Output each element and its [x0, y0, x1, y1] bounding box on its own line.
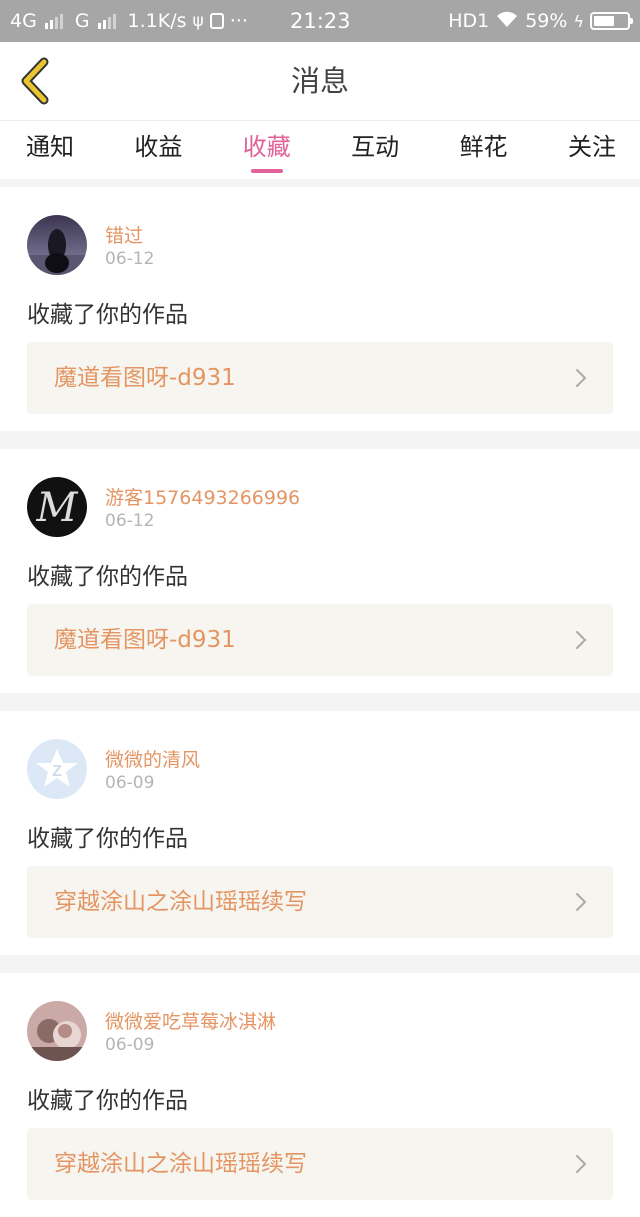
- username[interactable]: 微微的清风: [105, 745, 200, 772]
- tab-label: 收益: [134, 133, 183, 161]
- wifi-icon: [495, 10, 519, 33]
- username[interactable]: 微微爱吃草莓冰淇淋: [105, 1007, 276, 1034]
- net-speed: 1.1K/s: [127, 10, 187, 32]
- tab-notice[interactable]: 通知: [26, 121, 74, 179]
- work-title: 魔道看图呀-d931: [54, 627, 236, 653]
- signal-icon: [44, 13, 63, 29]
- tab-label: 通知: [26, 133, 74, 161]
- chevron-right-icon: [576, 631, 587, 649]
- message-date: 06-09: [105, 1035, 155, 1055]
- tab-flowers[interactable]: 鲜花: [460, 121, 508, 179]
- username[interactable]: 游客1576493266996: [105, 483, 300, 510]
- chevron-right-icon: [576, 1155, 587, 1173]
- message-card: 微微爱吃草莓冰淇淋 06-09 收藏了你的作品 穿越涂山之涂山瑶瑶续写: [0, 973, 640, 1217]
- avatar[interactable]: Z: [27, 739, 87, 799]
- tab-favorites[interactable]: 收藏: [243, 121, 291, 179]
- work-title: 穿越涂山之涂山瑶瑶续写: [54, 889, 307, 915]
- tab-label: 收藏: [242, 133, 291, 161]
- work-link[interactable]: 穿越涂山之涂山瑶瑶续写: [27, 866, 613, 938]
- work-title: 穿越涂山之涂山瑶瑶续写: [54, 1151, 307, 1177]
- status-bar: 4G G 1.1K/s ψ ··· 21:23 HD1 59% ϟ: [0, 0, 640, 42]
- tab-bar: 通知 收益 收藏 互动 鲜花 关注: [0, 121, 640, 179]
- charging-icon: ϟ: [573, 11, 584, 31]
- usb-icon: ψ: [192, 11, 204, 31]
- tab-follow[interactable]: 关注: [568, 121, 616, 179]
- battery-percent: 59%: [525, 10, 568, 32]
- work-link[interactable]: 魔道看图呀-d931: [27, 342, 613, 414]
- network-type-2: G: [74, 10, 90, 32]
- username[interactable]: 错过: [105, 221, 143, 248]
- action-text: 收藏了你的作品: [27, 826, 188, 852]
- work-link[interactable]: 魔道看图呀-d931: [27, 604, 613, 676]
- message-card: Z 微微的清风 06-09 收藏了你的作品 穿越涂山之涂山瑶瑶续写: [0, 711, 640, 955]
- svg-text:M: M: [36, 485, 79, 531]
- work-link[interactable]: 穿越涂山之涂山瑶瑶续写: [27, 1128, 613, 1200]
- signal-icon: [97, 13, 116, 29]
- message-card: 错过 06-12 收藏了你的作品 魔道看图呀-d931: [0, 187, 640, 431]
- hd-label: HD1: [448, 10, 490, 32]
- tab-label: 鲜花: [459, 133, 508, 161]
- tab-label: 互动: [351, 133, 400, 161]
- nav-header: 消息: [0, 42, 640, 121]
- status-time: 21:23: [290, 9, 351, 33]
- active-tab-indicator: [250, 169, 283, 173]
- action-text: 收藏了你的作品: [27, 302, 188, 328]
- page-title: 消息: [290, 64, 349, 98]
- avatar[interactable]: M: [27, 477, 87, 537]
- message-date: 06-12: [105, 511, 155, 531]
- work-title: 魔道看图呀-d931: [54, 365, 236, 391]
- action-text: 收藏了你的作品: [27, 1088, 188, 1114]
- message-date: 06-12: [105, 249, 155, 269]
- battery-icon: [590, 12, 633, 30]
- chevron-right-icon: [576, 893, 587, 911]
- message-date: 06-09: [105, 773, 155, 793]
- avatar[interactable]: [27, 1001, 87, 1061]
- tab-interaction[interactable]: 互动: [351, 121, 399, 179]
- notification-icon: [209, 13, 224, 29]
- message-card: M 游客1576493266996 06-12 收藏了你的作品 魔道看图呀-d9…: [0, 449, 640, 693]
- network-type: 4G: [10, 10, 37, 32]
- tab-income[interactable]: 收益: [134, 121, 182, 179]
- chevron-right-icon: [576, 369, 587, 387]
- avatar[interactable]: [27, 215, 87, 275]
- more-dots: ···: [229, 10, 248, 32]
- svg-text:Z: Z: [52, 763, 62, 780]
- tab-label: 关注: [567, 133, 616, 161]
- action-text: 收藏了你的作品: [27, 564, 188, 590]
